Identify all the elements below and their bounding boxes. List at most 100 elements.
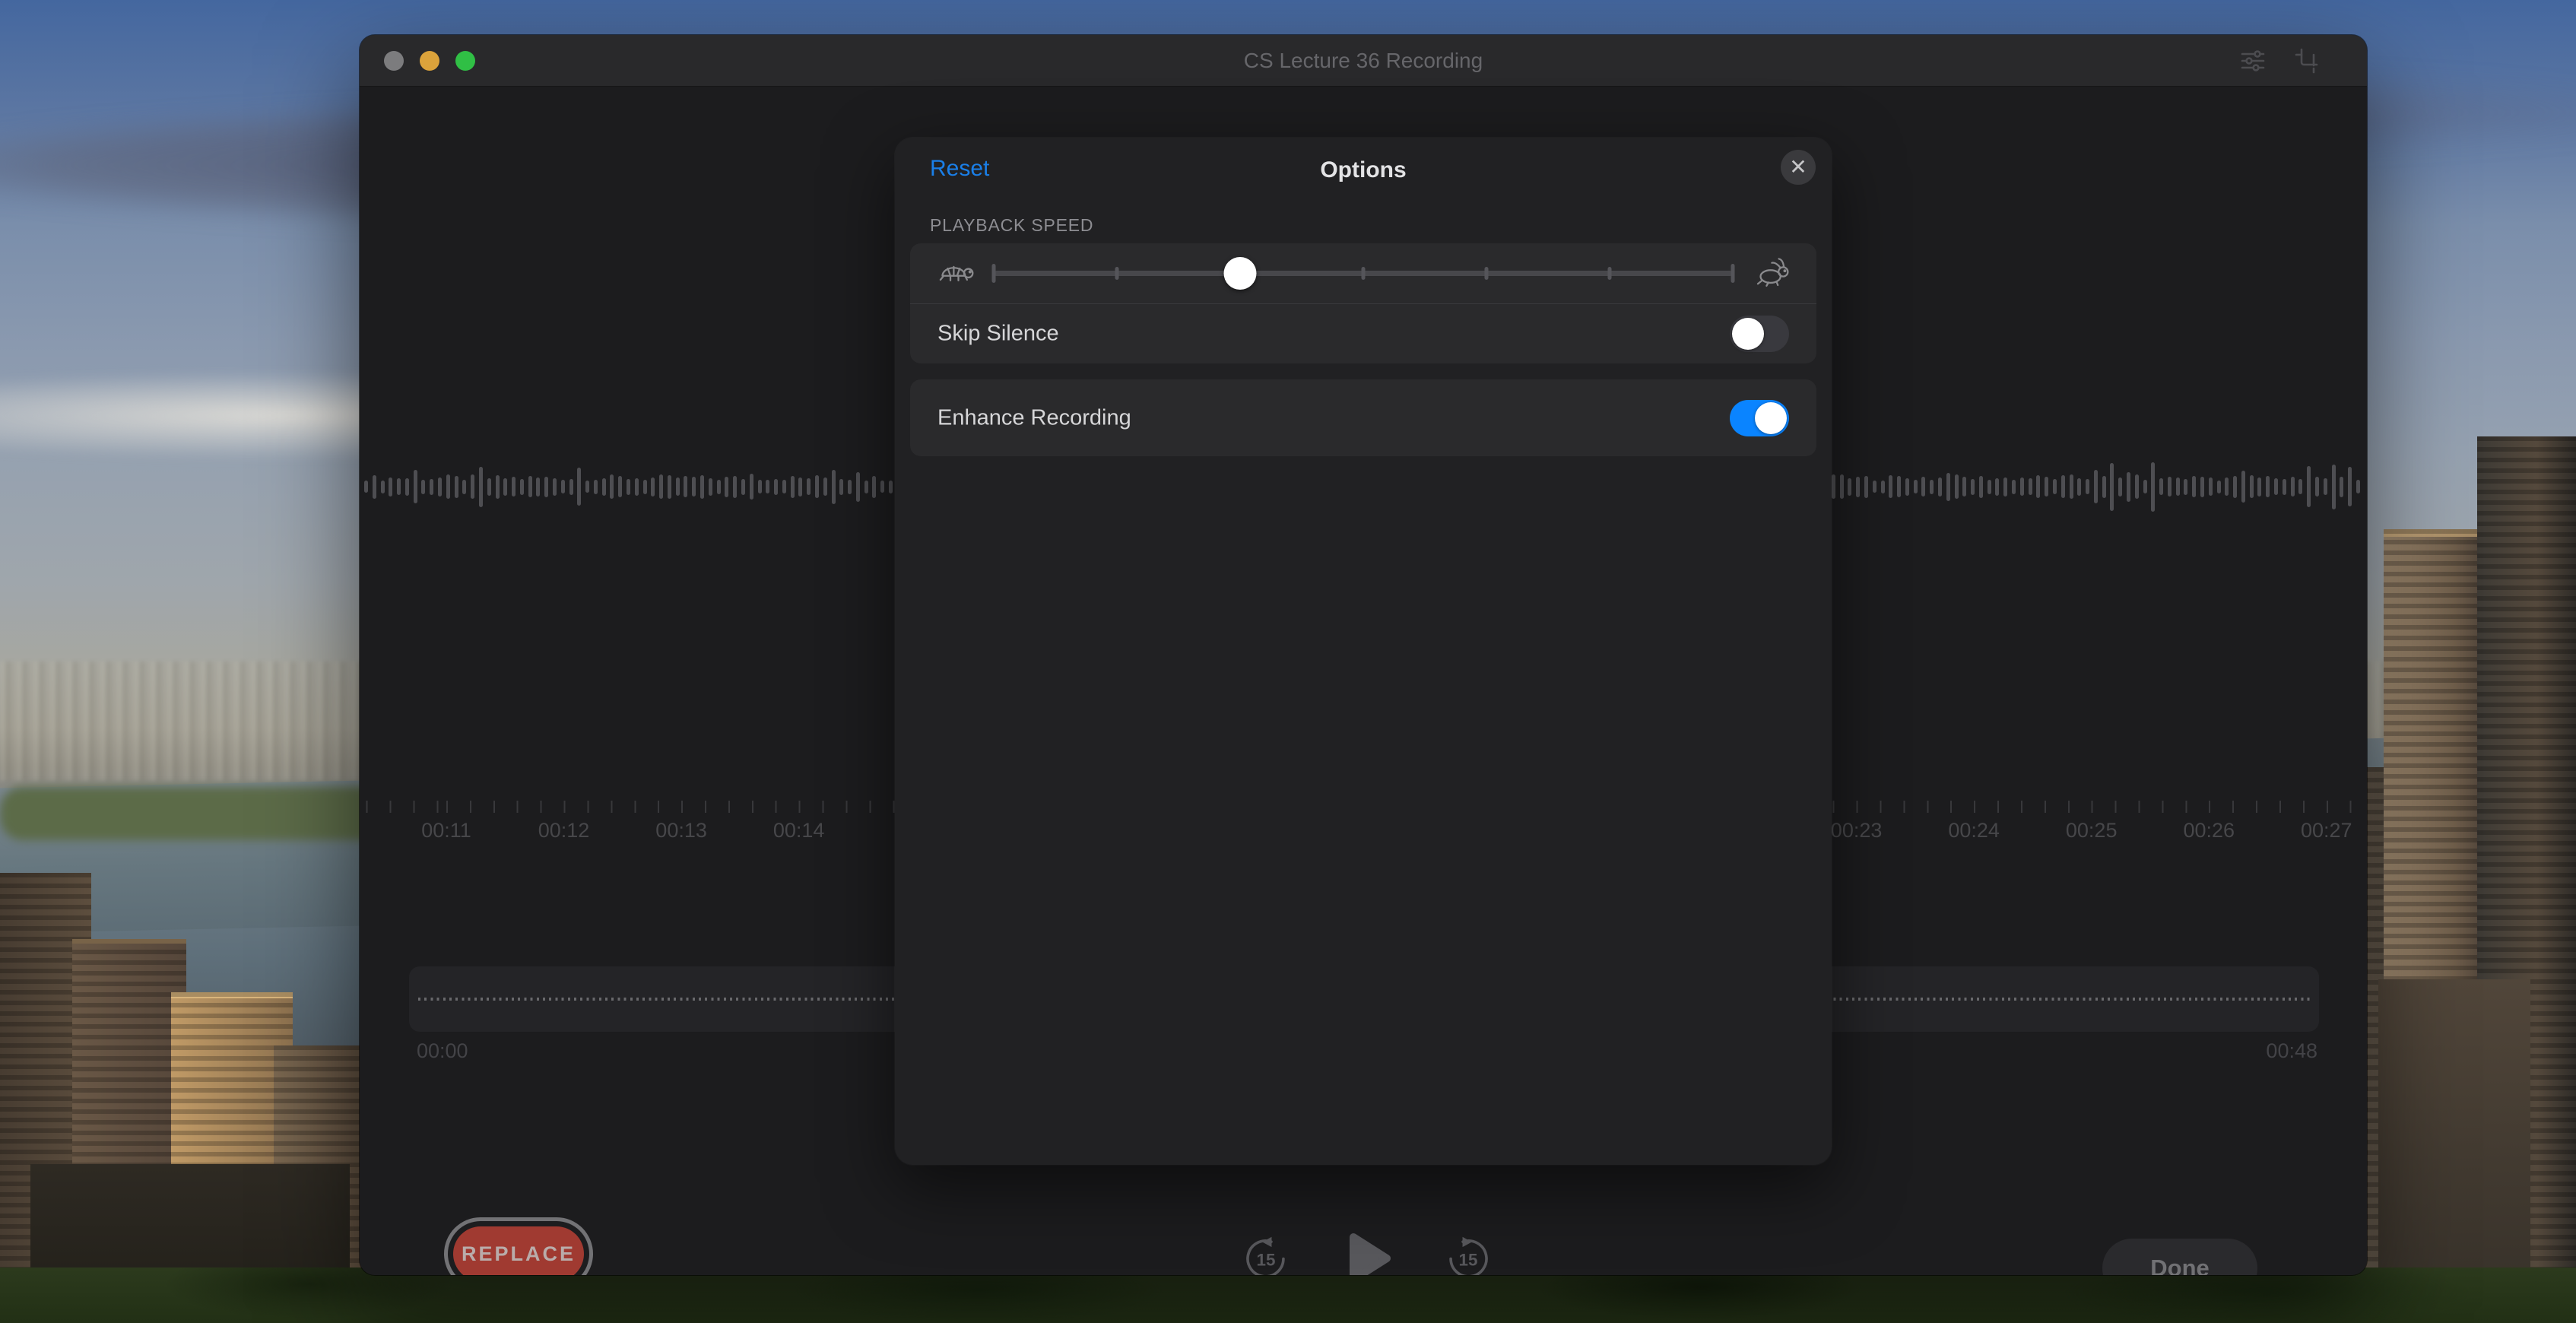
waveform-bar	[2209, 477, 2213, 496]
timeline-label: 00:11	[421, 819, 471, 842]
waveform-bar	[1938, 477, 1942, 497]
waveform-bar	[503, 478, 507, 496]
waveform-bar	[2200, 477, 2204, 497]
waveform-bar	[798, 477, 802, 497]
playback-speed-row	[910, 243, 1816, 303]
waveform-bar	[1946, 473, 1950, 501]
playback-speed-slider[interactable]	[994, 243, 1733, 303]
play-icon[interactable]	[1335, 1226, 1399, 1276]
skip-silence-toggle[interactable]	[1730, 316, 1789, 352]
waveform-bar	[880, 481, 884, 493]
waveform-bar	[782, 480, 786, 493]
waveform-bar	[2070, 474, 2073, 499]
waveform-bar	[1856, 477, 1860, 497]
waveform-bar	[421, 480, 425, 494]
waveform-bar	[2225, 477, 2229, 496]
waveform-bar	[2036, 475, 2040, 498]
adjust-sliders-icon[interactable]	[2238, 46, 2268, 76]
overview-start-time: 00:00	[417, 1039, 468, 1063]
waveform-bar	[2307, 466, 2311, 507]
timeline-label: 00:14	[773, 819, 825, 842]
waveform-bar	[2340, 477, 2343, 497]
waveform-bar	[2233, 476, 2237, 498]
waveform-bar	[2127, 472, 2130, 502]
waveform-bar	[700, 475, 704, 499]
waveform-bar	[848, 480, 852, 494]
waveform-bar	[1995, 478, 1999, 496]
waveform-bar	[2029, 478, 2032, 495]
waveform-bar	[438, 477, 442, 497]
transport-controls: 15 15	[1242, 1225, 1493, 1275]
slider-tick	[992, 264, 996, 283]
waveform-bar	[832, 470, 836, 504]
waveform-bar	[389, 477, 392, 497]
waveform-bar	[1873, 481, 1876, 493]
skip-forward-15-button[interactable]: 15	[1444, 1234, 1493, 1276]
waveform-bar	[512, 477, 516, 497]
skip-back-15-button[interactable]: 15	[1242, 1234, 1290, 1276]
waveform-bar	[1864, 476, 1868, 498]
waveform-bar	[2192, 476, 2196, 497]
enhance-recording-toggle[interactable]	[1730, 400, 1789, 436]
done-button[interactable]: Done	[2102, 1239, 2257, 1275]
park-trees	[0, 1267, 2576, 1323]
slider-tick	[1115, 267, 1119, 280]
waveform-bar	[815, 475, 819, 498]
window-title: CS Lecture 36 Recording	[360, 49, 2367, 73]
svg-text:15: 15	[1257, 1250, 1276, 1269]
waveform-bar	[462, 480, 466, 494]
close-icon[interactable]: ✕	[1781, 150, 1816, 185]
waveform-bar	[2102, 476, 2106, 498]
waveform-bar	[536, 477, 540, 497]
sheet-title: Options	[895, 157, 1832, 183]
waveform-bar	[2348, 467, 2352, 506]
replace-record-button[interactable]: REPLACE	[453, 1226, 584, 1275]
waveform-bar	[528, 476, 532, 497]
waveform-bar	[2077, 478, 2081, 496]
waveform-bar	[889, 481, 893, 493]
waveform-bar	[872, 476, 876, 498]
slider-tick	[1485, 267, 1489, 280]
waveform-bar	[627, 479, 630, 495]
waveform-bar	[635, 478, 639, 496]
waveform-bar	[651, 477, 655, 497]
waveform-bar	[2110, 463, 2114, 511]
waveform-bar	[2241, 471, 2245, 503]
waveform-bar	[430, 479, 433, 495]
waveform-bar	[496, 475, 500, 499]
waveform-bar	[1832, 474, 1835, 499]
waveform-bar	[2250, 475, 2254, 498]
waveform-bar	[397, 478, 401, 495]
crop-icon[interactable]	[2292, 46, 2323, 76]
slider-tick	[1731, 264, 1735, 283]
waveform-bar	[709, 478, 712, 496]
waveform-bar	[2151, 462, 2155, 512]
waveform-bar	[750, 474, 753, 500]
desktop: { "colors": { "accent_blue": "#0a84ff", …	[0, 0, 2576, 1323]
slider-thumb[interactable]	[1224, 257, 1257, 290]
waveform-bar	[2061, 475, 2065, 498]
waveform-bar	[758, 480, 762, 493]
waveform-bar	[2184, 479, 2187, 495]
waveform-bar	[2086, 479, 2089, 494]
waveform-bar	[414, 470, 417, 503]
waveform-bar	[2143, 480, 2147, 493]
enhance-recording-label: Enhance Recording	[937, 405, 1131, 430]
waveform-bar	[807, 478, 811, 495]
waveform-bar	[2257, 477, 2261, 497]
waveform-bar	[725, 477, 728, 497]
waveform-bar	[471, 474, 474, 499]
waveform-bar	[585, 481, 589, 493]
waveform-bar	[594, 480, 598, 494]
overview-end-time: 00:48	[2266, 1039, 2317, 1063]
waveform-bar	[455, 476, 458, 498]
timeline-label: 00:26	[2183, 819, 2235, 842]
waveform-bar	[2283, 479, 2286, 495]
waveform-bar	[1881, 481, 1885, 493]
waveform-bar	[373, 475, 376, 499]
waveform-bar	[1979, 476, 1983, 498]
waveform-bar	[2332, 465, 2336, 509]
waveform-bar	[405, 478, 409, 496]
timeline-label: 00:27	[2301, 819, 2352, 842]
waveform-bar	[577, 468, 581, 506]
